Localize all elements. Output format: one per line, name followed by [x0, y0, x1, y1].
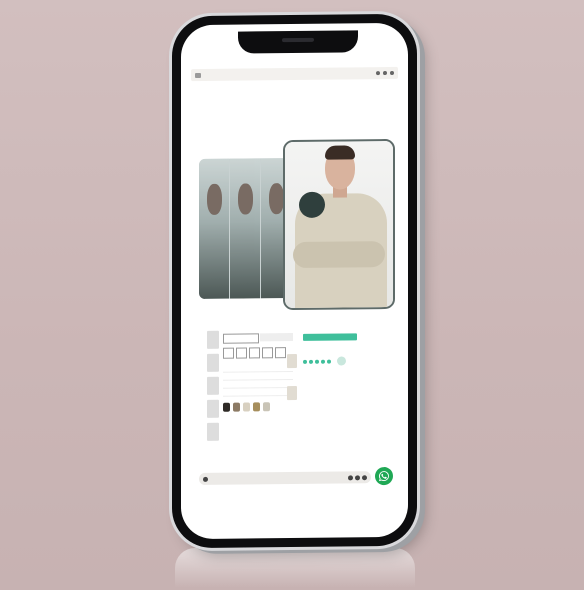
send-icon[interactable]	[362, 474, 367, 480]
product-name	[223, 330, 293, 331]
color-swatch[interactable]	[223, 402, 230, 412]
add-to-cart-button[interactable]	[303, 333, 357, 341]
phone-screen	[181, 22, 408, 540]
star-icon	[303, 359, 307, 364]
attach-icon[interactable]	[348, 474, 353, 480]
size-option[interactable]	[223, 347, 234, 359]
product-headline	[303, 346, 363, 347]
account-icon[interactable]	[383, 71, 387, 76]
hero-gallery-strip[interactable]	[199, 158, 291, 300]
color-swatch[interactable]	[243, 402, 250, 412]
backdrop	[0, 0, 584, 590]
speaker-grill	[282, 37, 314, 43]
size-option[interactable]	[249, 347, 260, 359]
color-swatch[interactable]	[263, 402, 270, 412]
thumbnail[interactable]	[207, 422, 219, 441]
search-icon	[203, 476, 208, 482]
color-swatch[interactable]	[253, 402, 260, 412]
color-swatches	[223, 402, 293, 412]
thumbnail[interactable]	[207, 353, 219, 372]
option-tab[interactable]	[259, 333, 293, 342]
star-icon	[327, 359, 331, 364]
thumbnail[interactable]	[207, 399, 219, 418]
phone-notch	[238, 30, 358, 54]
cart-icon[interactable]	[390, 70, 394, 75]
top-navbar	[191, 66, 398, 82]
hero-main-image[interactable]	[283, 138, 395, 311]
option-tab[interactable]	[223, 333, 259, 344]
thumbnail[interactable]	[207, 376, 219, 395]
color-swatch[interactable]	[233, 402, 240, 412]
rating-badge[interactable]	[337, 356, 346, 366]
chat-search-bar[interactable]	[199, 471, 371, 486]
mini-product-image[interactable]	[287, 385, 297, 401]
search-input[interactable]	[212, 477, 348, 478]
thumbnail[interactable]	[207, 330, 219, 349]
star-icon	[315, 359, 319, 364]
product-side-panel	[287, 333, 393, 401]
whatsapp-button[interactable]	[375, 466, 393, 486]
emoji-icon[interactable]	[355, 474, 360, 480]
whatsapp-icon	[379, 471, 389, 482]
gallery-image[interactable]	[199, 158, 229, 300]
size-option[interactable]	[275, 347, 286, 359]
spec-row	[223, 388, 293, 397]
star-icon	[309, 359, 313, 364]
search-icon[interactable]	[376, 71, 380, 76]
rating	[303, 356, 393, 366]
logo[interactable]	[195, 72, 201, 78]
size-option[interactable]	[262, 347, 273, 359]
phone-mockup	[172, 13, 417, 549]
phone-reflection	[175, 548, 415, 588]
size-option[interactable]	[236, 347, 247, 359]
mini-product-image[interactable]	[287, 353, 297, 369]
product-thumbnails	[207, 330, 219, 441]
star-icon	[321, 359, 325, 364]
product-options	[223, 330, 293, 412]
gallery-image[interactable]	[230, 158, 260, 299]
decorative-circle	[299, 191, 325, 218]
model-arms	[293, 241, 385, 269]
